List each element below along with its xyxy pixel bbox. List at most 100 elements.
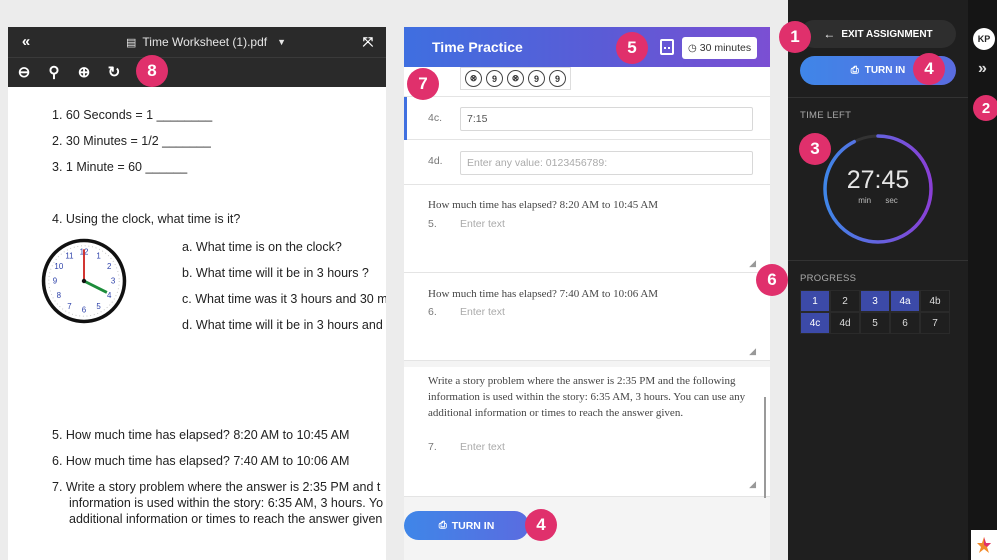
app-logo	[971, 530, 997, 560]
callout-badge: 5	[616, 32, 648, 64]
clock-number: 11	[65, 251, 74, 260]
callout-badge: 1	[779, 21, 811, 53]
progress-cell-3[interactable]: 3	[860, 290, 890, 312]
progress-cell-4d[interactable]: 4d	[830, 312, 860, 334]
search-icon[interactable]: ⚲	[46, 64, 62, 81]
clock-icon: ◷	[688, 42, 697, 54]
question-number: 5.	[428, 218, 437, 230]
pdf-filename: Time Worksheet (1).pdf	[142, 35, 268, 49]
progress-cell-6[interactable]: 6	[890, 312, 920, 334]
worksheet-q7: 7. Write a story problem where the answe…	[52, 480, 381, 494]
progress-cell-5[interactable]: 5	[860, 312, 890, 334]
clock-number: 3	[111, 277, 116, 286]
callout-badge: 3	[799, 133, 831, 165]
worksheet-q4a: a. What time is on the clock?	[182, 240, 342, 254]
divider	[788, 260, 968, 261]
symbol-circle-9[interactable]: 9	[486, 70, 503, 87]
app-root: « ▤ Time Worksheet (1).pdf ▼ ⤧ ⊖ ⚲ ⊕ ↻ 1…	[0, 0, 997, 560]
clock-number: 4	[107, 291, 112, 300]
question-card-4c: 4c. 7:15	[404, 97, 770, 140]
timer-chip-label: 30 minutes	[699, 42, 752, 54]
exit-assignment-label: EXIT ASSIGNMENT	[841, 28, 933, 40]
exit-assignment-button[interactable]: ← EXIT ASSIGNMENT	[800, 20, 956, 48]
scrollbar[interactable]	[764, 397, 766, 498]
avatar[interactable]: KP	[973, 28, 995, 50]
symbol-circle-x[interactable]: ⊗	[465, 70, 482, 87]
progress-cell-4a[interactable]: 4a	[890, 290, 920, 312]
clock-number: 8	[57, 291, 62, 300]
question-text: How much time has elapsed? 7:40 AM to 10…	[428, 288, 659, 300]
symbol-circle-x[interactable]: ⊗	[507, 70, 524, 87]
timer-chip: ◷ 30 minutes	[682, 37, 758, 59]
question-number: 4d.	[428, 155, 443, 167]
question-text: Write a story problem where the answer i…	[428, 375, 746, 419]
clock-number: 5	[96, 302, 101, 311]
calculator-icon[interactable]	[660, 39, 674, 55]
progress-cell-2[interactable]: 2	[830, 290, 860, 312]
rotate-icon[interactable]: ↻	[106, 64, 122, 81]
progress-cell-1[interactable]: 1	[800, 290, 830, 312]
question-number: 7.	[428, 441, 437, 453]
turn-in-label: TURN IN	[451, 519, 495, 532]
timer-units: min sec	[818, 196, 938, 205]
expand-right-icon[interactable]: »	[978, 60, 987, 78]
callout-badge: 4	[525, 509, 557, 541]
progress-grid: 1 2 3 4a 4b 4c 4d 5 6 7	[800, 290, 950, 334]
question-number: 4c.	[428, 112, 443, 124]
worksheet-q3: 3. 1 Minute = 60 ______	[52, 160, 188, 174]
clock-number: 6	[82, 306, 87, 315]
worksheet-q5: 5. How much time has elapsed? 8:20 AM to…	[52, 428, 350, 442]
resize-handle-icon[interactable]: ◢	[749, 479, 756, 490]
questions-scroll-area[interactable]: ⊗ 9 ⊗ 9 9 4c. 7:15 4d. Enter any value: …	[404, 67, 770, 498]
analog-clock-image: 121234567891011	[41, 238, 127, 324]
pdf-page: 1. 60 Seconds = 1 ________ 2. 30 Minutes…	[8, 87, 386, 560]
progress-cell-4c[interactable]: 4c	[800, 312, 830, 334]
answer-textarea-5[interactable]: Enter text	[460, 218, 505, 230]
assignment-header: Time Practice ◷ 30 minutes	[404, 27, 770, 67]
symbol-circle-9[interactable]: 9	[528, 70, 545, 87]
callout-badge: 4	[913, 53, 945, 85]
pdf-title-bar: « ▤ Time Worksheet (1).pdf ▼ ⤧	[8, 27, 386, 57]
symbol-answer-row: ⊗ 9 ⊗ 9 9	[460, 67, 571, 90]
callout-badge: 6	[756, 264, 788, 296]
worksheet-q4c: c. What time was it 3 hours and 30 m	[182, 292, 386, 306]
divider	[788, 97, 968, 98]
answer-field-4c[interactable]: 7:15	[460, 107, 753, 131]
callout-badge: 2	[973, 95, 997, 121]
app-right-strip	[968, 0, 997, 560]
progress-cell-4b[interactable]: 4b	[920, 290, 950, 312]
symbol-answer-card: ⊗ 9 ⊗ 9 9	[404, 67, 770, 97]
clock-number: 1	[96, 251, 101, 260]
turn-in-button-bottom[interactable]: ⎙ TURN IN	[404, 511, 529, 540]
callout-badge: 7	[407, 68, 439, 100]
question-card-7: Write a story problem where the answer i…	[404, 367, 770, 497]
resize-handle-icon[interactable]: ◢	[749, 258, 756, 269]
answer-textarea-7[interactable]: Enter text	[460, 441, 505, 453]
worksheet-q1: 1. 60 Seconds = 1 ________	[52, 108, 213, 122]
worksheet-q2: 2. 30 Minutes = 1/2 _______	[52, 134, 211, 148]
timer-min-label: min	[858, 196, 872, 205]
pdf-file-selector[interactable]: ▤ Time Worksheet (1).pdf ▼	[126, 35, 286, 49]
progress-cell-7[interactable]: 7	[920, 312, 950, 334]
resize-handle-icon[interactable]: ◢	[749, 346, 756, 357]
worksheet-q6: 6. How much time has elapsed? 7:40 AM to…	[52, 454, 350, 468]
answer-textarea-6[interactable]: Enter text	[460, 306, 505, 318]
worksheet-q7-line2: information is used within the story: 6:…	[69, 496, 384, 510]
worksheet-q7-line3: additional information or times to reach…	[69, 512, 383, 526]
arrow-left-icon: ←	[823, 27, 836, 41]
worksheet-q4d: d. What time will it be in 3 hours and	[182, 318, 383, 332]
collapse-left-icon[interactable]: «	[18, 34, 34, 50]
fullscreen-icon[interactable]: ⤧	[360, 34, 376, 50]
answer-field-4d[interactable]: Enter any value: 0123456789:	[460, 151, 753, 175]
active-question-indicator	[404, 97, 407, 140]
pdf-toolbar: ⊖ ⚲ ⊕ ↻	[8, 57, 386, 87]
turn-in-label: TURN IN	[864, 65, 906, 76]
zoom-in-icon[interactable]: ⊕	[76, 64, 92, 81]
symbol-circle-9[interactable]: 9	[549, 70, 566, 87]
question-number: 6.	[428, 306, 437, 318]
question-card-4d: 4d. Enter any value: 0123456789:	[404, 140, 770, 185]
question-text: How much time has elapsed? 8:20 AM to 10…	[428, 199, 659, 211]
zoom-out-icon[interactable]: ⊖	[16, 64, 32, 81]
clock-number: 9	[53, 277, 58, 286]
time-left-label: TIME LEFT	[800, 110, 852, 121]
